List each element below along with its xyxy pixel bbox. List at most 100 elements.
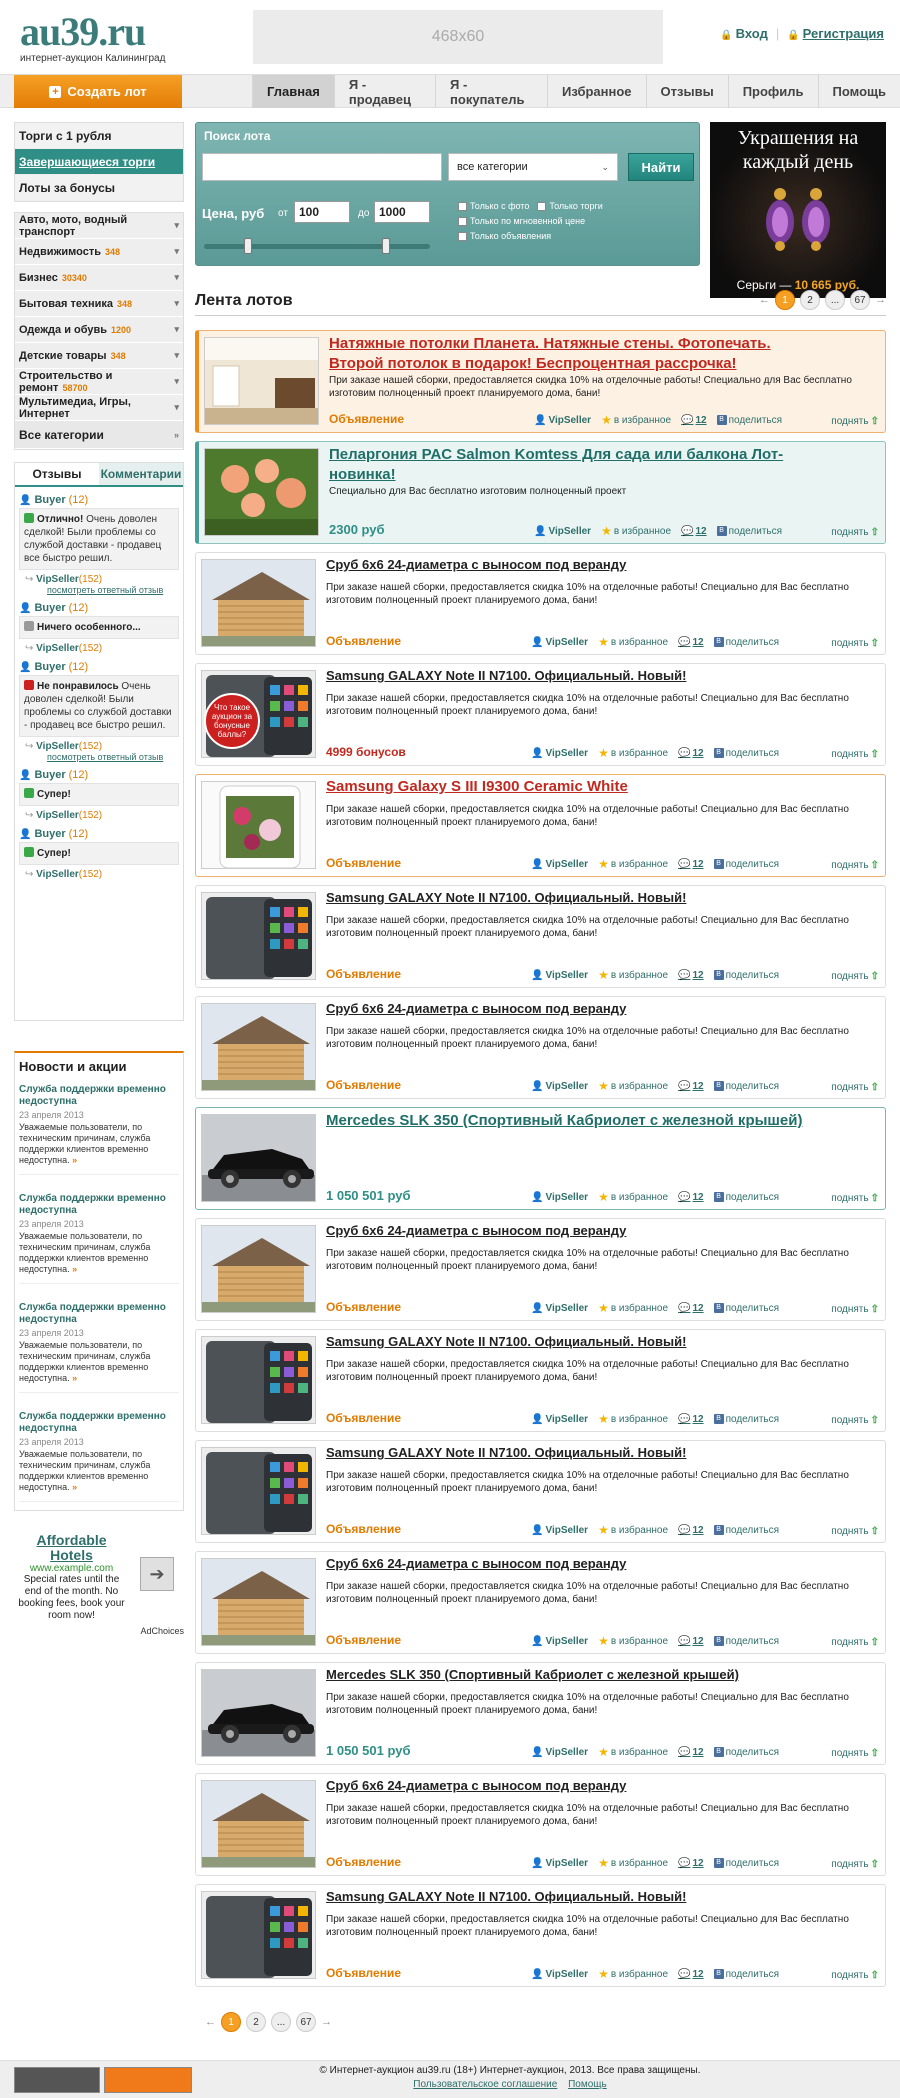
category-item[interactable]: Недвижимость 348 ▾	[15, 239, 183, 265]
nav-tab-4[interactable]: Отзывы	[645, 75, 728, 108]
comments-link[interactable]: 💬 12	[678, 748, 704, 759]
category-select[interactable]: все категории ⌄	[448, 153, 618, 181]
lot-thumbnail[interactable]	[204, 448, 319, 536]
lot-title[interactable]: Mercedes SLK 350 (Спортивный Кабриолет с…	[326, 1111, 816, 1131]
logo[interactable]: au39.ru интернет-аукцион Калининград	[20, 12, 165, 65]
arrow-left-icon[interactable]: ←	[205, 2016, 216, 2028]
arrow-right-icon[interactable]: →	[875, 294, 886, 306]
liveinternet-counter[interactable]	[14, 2067, 100, 2093]
lot-thumbnail[interactable]	[201, 781, 316, 869]
raise-lot-button[interactable]: поднять ⇧	[831, 971, 879, 982]
raise-lot-button[interactable]: поднять ⇧	[831, 1193, 879, 1204]
price-slider[interactable]	[204, 238, 430, 254]
adchoices-label[interactable]: AdChoices	[14, 1626, 184, 1636]
seller-link[interactable]: 👤 VipSeller	[531, 748, 588, 759]
news-item-title[interactable]: Служба поддержки временно недоступна	[19, 1084, 179, 1108]
seller-link[interactable]: 👤 VipSeller	[531, 1303, 588, 1314]
raise-lot-button[interactable]: поднять ⇧	[831, 1082, 879, 1093]
arrow-right-icon[interactable]: →	[321, 2016, 332, 2028]
review-author[interactable]: 👤 Buyer (12)	[19, 661, 179, 673]
tab-comments[interactable]: Комментарии	[99, 463, 183, 485]
footer-link-help[interactable]: Помощь	[568, 2079, 607, 2090]
slider-handle-min[interactable]	[244, 238, 252, 254]
lot-thumbnail[interactable]	[201, 1003, 316, 1091]
view-reply-link[interactable]: посмотреть ответный отзыв	[47, 752, 183, 762]
seller-link[interactable]: 👤 VipSeller	[531, 1414, 588, 1425]
raise-lot-button[interactable]: поднять ⇧	[831, 527, 879, 538]
share-button[interactable]: Bподелиться	[713, 1414, 779, 1425]
lot-thumbnail[interactable]	[201, 1447, 316, 1535]
share-button[interactable]: Bподелиться	[713, 1858, 779, 1869]
review-seller[interactable]: ↪ VipSeller(152)	[25, 643, 179, 654]
add-to-favorites[interactable]: ★ в избранное	[598, 746, 668, 760]
lot-title[interactable]: Mercedes SLK 350 (Спортивный Кабриолет с…	[326, 1666, 816, 1683]
category-item[interactable]: Одежда и обувь 1200 ▾	[15, 317, 183, 343]
review-seller[interactable]: ↪ VipSeller(152)	[25, 869, 179, 880]
review-seller[interactable]: ↪ VipSeller(152)	[25, 574, 179, 585]
seller-link[interactable]: 👤 VipSeller	[531, 1747, 588, 1758]
lot-card[interactable]: Mercedes SLK 350 (Спортивный Кабриолет с…	[195, 1107, 886, 1210]
search-button[interactable]: Найти	[628, 153, 694, 181]
lot-title[interactable]: Сруб 6х6 24-диаметра с выносом под веран…	[326, 1777, 816, 1794]
quick-link-0[interactable]: Торги с 1 рубля	[15, 123, 183, 149]
raise-lot-button[interactable]: поднять ⇧	[831, 416, 879, 427]
add-to-favorites[interactable]: ★ в избранное	[598, 1190, 668, 1204]
slider-handle-max[interactable]	[382, 238, 390, 254]
nav-tab-0[interactable]: Главная	[252, 75, 334, 108]
add-to-favorites[interactable]: ★ в избранное	[598, 635, 668, 649]
lot-card[interactable]: Сруб 6х6 24-диаметра с выносом под веран…	[195, 552, 886, 655]
review-author[interactable]: 👤 Buyer (12)	[19, 602, 179, 614]
review-author[interactable]: 👤 Buyer (12)	[19, 769, 179, 781]
search-input[interactable]	[202, 153, 442, 181]
quick-link-2[interactable]: Лоты за бонусы	[15, 175, 183, 201]
create-lot-button[interactable]: + Создать лот	[14, 75, 182, 108]
checkbox[interactable]	[458, 201, 467, 211]
raise-lot-button[interactable]: поднять ⇧	[831, 638, 879, 649]
lot-title[interactable]: Пеларгония PAC Salmon Komtess Для сада и…	[329, 445, 819, 485]
login-link[interactable]: 🔒 Вход	[720, 26, 768, 41]
share-button[interactable]: Bподелиться	[713, 1747, 779, 1758]
add-to-favorites[interactable]: ★ в избранное	[598, 1745, 668, 1759]
lot-title[interactable]: Сруб 6х6 24-диаметра с выносом под веран…	[326, 1555, 816, 1572]
raise-lot-button[interactable]: поднять ⇧	[831, 1859, 879, 1870]
lot-title[interactable]: Натяжные потолки Планета. Натяжные стены…	[329, 334, 819, 374]
more-arrow-icon[interactable]: »	[70, 1155, 77, 1165]
lot-thumbnail[interactable]	[201, 892, 316, 980]
all-categories-link[interactable]: Все категории »	[15, 421, 183, 449]
lot-card[interactable]: Samsung GALAXY Note II N7100. Официальны…	[195, 1440, 886, 1543]
add-to-favorites[interactable]: ★ в избранное	[598, 857, 668, 871]
register-link[interactable]: 🔒 Регистрация	[787, 26, 884, 41]
add-to-favorites[interactable]: ★ в избранное	[601, 524, 671, 538]
comments-link[interactable]: 💬 12	[681, 526, 707, 537]
lot-card[interactable]: Samsung GALAXY Note II N7100. Официальны…	[195, 885, 886, 988]
lot-card[interactable]: Пеларгония PAC Salmon Komtess Для сада и…	[195, 441, 886, 544]
seller-link[interactable]: 👤 VipSeller	[531, 1636, 588, 1647]
share-button[interactable]: Bподелиться	[713, 1303, 779, 1314]
checkbox[interactable]	[537, 201, 547, 211]
lot-thumbnail[interactable]	[201, 1114, 316, 1202]
lot-card[interactable]: Mercedes SLK 350 (Спортивный Кабриолет с…	[195, 1662, 886, 1765]
raise-lot-button[interactable]: поднять ⇧	[831, 1415, 879, 1426]
arrow-left-icon[interactable]: ←	[759, 294, 770, 306]
share-button[interactable]: Bподелиться	[713, 970, 779, 981]
seller-link[interactable]: 👤 VipSeller	[531, 1858, 588, 1869]
page-link[interactable]: 67	[296, 2012, 316, 2032]
raise-lot-button[interactable]: поднять ⇧	[831, 1304, 879, 1315]
share-button[interactable]: Bподелиться	[713, 637, 779, 648]
lot-thumbnail[interactable]	[201, 1891, 316, 1979]
nav-tab-1[interactable]: Я - продавец	[333, 75, 435, 108]
lot-title[interactable]: Samsung GALAXY Note II N7100. Официальны…	[326, 1333, 816, 1350]
page-link[interactable]: 1	[221, 2012, 241, 2032]
lot-card[interactable]: Сруб 6х6 24-диаметра с выносом под веран…	[195, 996, 886, 1099]
lot-thumbnail[interactable]	[204, 337, 319, 425]
share-button[interactable]: Bподелиться	[716, 415, 782, 426]
review-seller[interactable]: ↪ VipSeller(152)	[25, 810, 179, 821]
comments-link[interactable]: 💬 12	[678, 1636, 704, 1647]
category-item[interactable]: Бизнес 30340 ▾	[15, 265, 183, 291]
comments-link[interactable]: 💬 12	[678, 1192, 704, 1203]
lot-card[interactable]: Сруб 6х6 24-диаметра с выносом под веран…	[195, 1551, 886, 1654]
raise-lot-button[interactable]: поднять ⇧	[831, 1526, 879, 1537]
checkbox[interactable]	[458, 231, 467, 241]
raise-lot-button[interactable]: поднять ⇧	[831, 749, 879, 760]
page-link[interactable]: ...	[271, 2012, 291, 2032]
